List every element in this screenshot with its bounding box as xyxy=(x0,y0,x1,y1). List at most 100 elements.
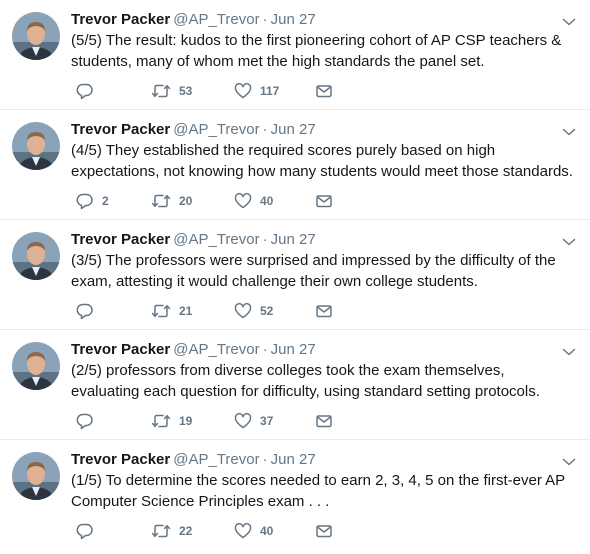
chevron-down-icon[interactable] xyxy=(562,124,576,136)
reply-icon xyxy=(76,82,94,100)
separator-dot: · xyxy=(262,121,268,138)
user-handle[interactable]: @AP_Trevor xyxy=(173,121,259,138)
user-handle[interactable]: @AP_Trevor xyxy=(173,231,259,248)
display-name[interactable]: Trevor Packer xyxy=(71,121,170,138)
direct-message-button[interactable] xyxy=(315,301,333,321)
retweet-icon xyxy=(151,192,171,210)
tweet[interactable]: Trevor Packer @AP_Trevor · Jun 27 (5/5) The… xyxy=(0,0,590,110)
chevron-down-icon[interactable] xyxy=(562,454,576,466)
envelope-icon xyxy=(315,82,333,100)
tweet-text: (5/5) The result: kudos to the first pio… xyxy=(71,32,562,70)
like-button[interactable]: 117 xyxy=(234,81,279,101)
tweet-header: Trevor Packer @AP_Trevor · Jun 27 xyxy=(71,340,316,360)
tweet-date[interactable]: Jun 27 xyxy=(271,231,316,248)
tweet-actions: 22 40 xyxy=(71,521,371,541)
like-button[interactable]: 52 xyxy=(234,301,273,321)
direct-message-button[interactable] xyxy=(315,411,333,431)
tweet-text: (4/5) They established the required scor… xyxy=(71,142,573,180)
envelope-icon xyxy=(315,302,333,320)
separator-dot: · xyxy=(262,451,268,468)
retweet-button[interactable]: 22 xyxy=(151,521,192,541)
user-handle[interactable]: @AP_Trevor xyxy=(173,341,259,358)
chevron-down-icon[interactable] xyxy=(562,344,576,356)
heart-icon xyxy=(234,522,252,540)
retweet-count: 19 xyxy=(179,414,193,428)
display-name[interactable]: Trevor Packer xyxy=(71,451,170,468)
heart-icon xyxy=(234,412,252,430)
retweet-button[interactable]: 20 xyxy=(151,191,192,211)
like-count: 40 xyxy=(260,524,274,538)
tweet[interactable]: Trevor Packer @AP_Trevor · Jun 27 (2/5) pro… xyxy=(0,330,590,440)
tweet-date[interactable]: Jun 27 xyxy=(271,121,316,138)
like-count: 40 xyxy=(260,194,274,208)
tweet-header: Trevor Packer @AP_Trevor · Jun 27 xyxy=(71,450,316,470)
tweet-feed: Trevor Packer @AP_Trevor · Jun 27 (5/5) The… xyxy=(0,0,590,550)
reply-icon xyxy=(76,192,94,210)
avatar[interactable] xyxy=(12,12,60,60)
reply-icon xyxy=(76,302,94,320)
reply-button[interactable] xyxy=(76,521,102,541)
display-name[interactable]: Trevor Packer xyxy=(71,341,170,358)
like-button[interactable]: 40 xyxy=(234,521,273,541)
envelope-icon xyxy=(315,522,333,540)
retweet-button[interactable]: 21 xyxy=(151,301,192,321)
tweet[interactable]: Trevor Packer @AP_Trevor · Jun 27 (4/5) The… xyxy=(0,110,590,220)
tweet-date[interactable]: Jun 27 xyxy=(271,451,316,468)
retweet-button[interactable]: 53 xyxy=(151,81,192,101)
like-count: 37 xyxy=(260,414,274,428)
tweet-actions: 2 20 40 xyxy=(71,191,371,211)
heart-icon xyxy=(234,302,252,320)
user-handle[interactable]: @AP_Trevor xyxy=(173,11,259,28)
tweet-header: Trevor Packer @AP_Trevor · Jun 27 xyxy=(71,120,316,140)
tweet-header: Trevor Packer @AP_Trevor · Jun 27 xyxy=(71,230,316,250)
reply-button[interactable]: 2 xyxy=(76,191,109,211)
tweet-text: (3/5) The professors were surprised and … xyxy=(71,252,556,290)
avatar[interactable] xyxy=(12,452,60,500)
heart-icon xyxy=(234,192,252,210)
envelope-icon xyxy=(315,192,333,210)
chevron-down-icon[interactable] xyxy=(562,14,576,26)
tweet-actions: 53 117 xyxy=(71,81,371,101)
reply-count: 2 xyxy=(102,194,109,208)
avatar[interactable] xyxy=(12,342,60,390)
avatar[interactable] xyxy=(12,232,60,280)
retweet-count: 53 xyxy=(179,84,193,98)
reply-button[interactable] xyxy=(76,81,102,101)
tweet-actions: 21 52 xyxy=(71,301,371,321)
envelope-icon xyxy=(315,412,333,430)
retweet-icon xyxy=(151,302,171,320)
like-button[interactable]: 40 xyxy=(234,191,273,211)
retweet-count: 22 xyxy=(179,524,193,538)
like-button[interactable]: 37 xyxy=(234,411,273,431)
direct-message-button[interactable] xyxy=(315,81,333,101)
separator-dot: · xyxy=(262,11,268,28)
tweet-header: Trevor Packer @AP_Trevor · Jun 27 xyxy=(71,10,316,30)
reply-button[interactable] xyxy=(76,301,102,321)
retweet-icon xyxy=(151,522,171,540)
direct-message-button[interactable] xyxy=(315,191,333,211)
user-handle[interactable]: @AP_Trevor xyxy=(173,451,259,468)
reply-icon xyxy=(76,522,94,540)
direct-message-button[interactable] xyxy=(315,521,333,541)
reply-icon xyxy=(76,412,94,430)
heart-icon xyxy=(234,82,252,100)
tweet-text: (1/5) To determine the scores needed to … xyxy=(71,472,565,510)
display-name[interactable]: Trevor Packer xyxy=(71,11,170,28)
avatar[interactable] xyxy=(12,122,60,170)
tweet-text: (2/5) professors from diverse colleges t… xyxy=(71,362,540,400)
reply-button[interactable] xyxy=(76,411,102,431)
display-name[interactable]: Trevor Packer xyxy=(71,231,170,248)
separator-dot: · xyxy=(262,231,268,248)
retweet-count: 21 xyxy=(179,304,193,318)
tweet[interactable]: Trevor Packer @AP_Trevor · Jun 27 (3/5) The… xyxy=(0,220,590,330)
retweet-icon xyxy=(151,412,171,430)
chevron-down-icon[interactable] xyxy=(562,234,576,246)
tweet-date[interactable]: Jun 27 xyxy=(271,11,316,28)
tweet[interactable]: Trevor Packer @AP_Trevor · Jun 27 (1/5) To … xyxy=(0,440,590,550)
separator-dot: · xyxy=(262,341,268,358)
like-count: 117 xyxy=(260,84,280,98)
retweet-count: 20 xyxy=(179,194,193,208)
retweet-button[interactable]: 19 xyxy=(151,411,192,431)
tweet-date[interactable]: Jun 27 xyxy=(271,341,316,358)
like-count: 52 xyxy=(260,304,274,318)
